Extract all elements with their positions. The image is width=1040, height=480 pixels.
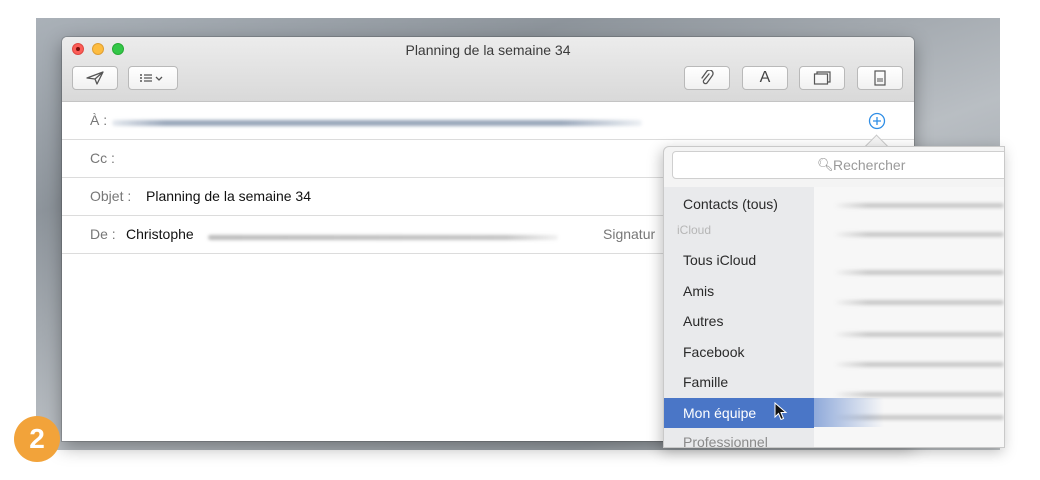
- from-label: De :: [90, 226, 116, 242]
- member-redacted: [834, 392, 1004, 397]
- contacts-search-field[interactable]: 🔍︎ Rechercher: [672, 151, 1004, 179]
- document-icon: [874, 70, 886, 86]
- format-button[interactable]: A: [742, 66, 788, 90]
- member-redacted: [834, 203, 1004, 208]
- to-field-row[interactable]: À :: [62, 102, 914, 140]
- from-email-redacted: [208, 235, 558, 240]
- group-item-amis[interactable]: Amis: [664, 276, 814, 306]
- send-button[interactable]: [72, 66, 118, 90]
- to-label: À :: [90, 112, 108, 128]
- group-item-autres[interactable]: Autres: [664, 306, 814, 336]
- list-chevron-icon: [140, 74, 163, 82]
- member-redacted: [834, 300, 1004, 305]
- plus-circle-icon[interactable]: [868, 112, 886, 130]
- paperclip-icon: [701, 70, 714, 85]
- from-value[interactable]: Christophe: [126, 226, 194, 242]
- group-label: Tous iCloud: [683, 252, 757, 268]
- group-item-famille[interactable]: Famille: [664, 367, 814, 397]
- search-icon: 🔍︎: [817, 157, 834, 172]
- format-label: A: [759, 69, 771, 86]
- group-header-icloud: iCloud: [664, 219, 814, 241]
- paper-plane-icon: [86, 71, 104, 85]
- member-redacted: [834, 332, 1004, 337]
- window-icon: [813, 71, 831, 85]
- member-redacted: [834, 362, 1004, 367]
- stationery-button[interactable]: [857, 66, 903, 90]
- window-title: Planning de la semaine 34: [405, 42, 571, 58]
- group-label: Mon équipe: [683, 405, 757, 421]
- group-members-list: [814, 187, 1004, 447]
- group-item-mon-equipe[interactable]: Mon équipe: [664, 398, 814, 428]
- group-label: Autres: [683, 313, 724, 329]
- selection-highlight: [814, 398, 884, 427]
- group-header-label: iCloud: [677, 223, 712, 237]
- signature-label: Signatur: [603, 226, 656, 242]
- header-fields-button[interactable]: [128, 66, 178, 90]
- subject-value[interactable]: Planning de la semaine 34: [146, 188, 311, 204]
- group-label: Professionnel: [683, 434, 768, 448]
- group-item-contacts-tous[interactable]: Contacts (tous): [664, 189, 814, 219]
- groups-list: Contacts (tous) iCloud Tous iCloud Amis …: [664, 187, 815, 447]
- attach-button[interactable]: [684, 66, 730, 90]
- group-item-professionnel[interactable]: Professionnel: [664, 427, 814, 448]
- group-label: Amis: [683, 283, 715, 299]
- member-redacted: [834, 270, 1004, 275]
- group-item-tous-icloud[interactable]: Tous iCloud: [664, 245, 814, 275]
- photo-browser-button[interactable]: [799, 66, 845, 90]
- subject-label: Objet :: [90, 188, 132, 204]
- group-label: Contacts (tous): [683, 196, 778, 212]
- member-redacted: [834, 232, 1004, 237]
- group-label: Facebook: [683, 344, 745, 360]
- group-item-facebook[interactable]: Facebook: [664, 337, 814, 367]
- mouse-pointer-icon: [774, 402, 788, 421]
- contacts-popover: 🔍︎ Rechercher Contacts (tous) iCloud Tou…: [663, 146, 1005, 448]
- step-number-badge: 2: [14, 416, 60, 462]
- cc-label: Cc :: [90, 150, 115, 166]
- group-label: Famille: [683, 374, 729, 390]
- search-placeholder: Rechercher: [833, 157, 906, 173]
- to-recipients-redacted: [112, 120, 642, 126]
- title-bar: Planning de la semaine 34 A: [62, 37, 914, 102]
